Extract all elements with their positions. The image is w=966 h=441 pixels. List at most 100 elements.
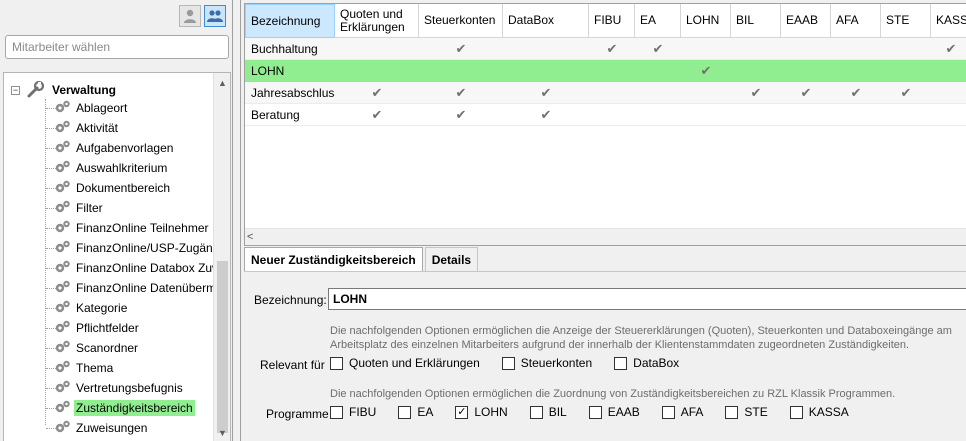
programme-option[interactable]: STE — [725, 405, 768, 419]
wrench-icon — [27, 81, 45, 98]
column-header[interactable]: DataBox — [503, 4, 589, 38]
table-row[interactable]: Buchhaltung ✔ ✔ ✔ ✔ — [245, 38, 966, 60]
bezeichnung-input[interactable]: LOHN — [328, 288, 966, 310]
programme-options: FIBU EA ✓ LOHN BIL EAAB AFA STE KASSA — [330, 405, 871, 419]
programme-option[interactable]: KASSA — [789, 405, 849, 419]
scroll-down-arrow-icon[interactable]: ▼ — [214, 425, 230, 441]
relevant-info-text: Die nachfolgenden Optionen ermöglichen d… — [330, 325, 952, 351]
grid-cell — [335, 38, 419, 60]
tree-node-label: Verwaltung — [52, 83, 117, 97]
checkmark-icon: ✔ — [540, 84, 552, 100]
programme-checkbox[interactable]: ✓ — [455, 405, 469, 419]
grid-cell: ✔ — [419, 82, 503, 104]
grid-cell — [931, 104, 966, 126]
programme-option[interactable]: BIL — [529, 405, 567, 419]
tree-node-label: FinanzOnline Datenübermitt — [76, 281, 226, 295]
tree-node[interactable]: FinanzOnline Databox Zuwe — [54, 259, 229, 277]
relevant-checkbox[interactable] — [501, 356, 515, 370]
grid-cell — [681, 82, 731, 104]
grid-cell — [781, 60, 831, 82]
bezeichnung-label: Bezeichnung: — [254, 293, 327, 307]
column-header[interactable]: Bezeichnung — [245, 4, 335, 38]
programme-checkbox[interactable] — [725, 405, 739, 419]
programme-option[interactable]: AFA — [661, 405, 703, 419]
programme-option[interactable]: FIBU — [330, 405, 376, 419]
tree-node-label: Zuständigkeitsbereich — [74, 400, 195, 416]
gears-icon — [54, 319, 72, 338]
tree-node-label: Pflichtfelder — [76, 321, 139, 335]
column-header[interactable]: EAAB — [781, 4, 831, 38]
gears-icon — [54, 119, 72, 138]
tree-node[interactable]: Thema — [54, 359, 115, 377]
tree-node-verwaltung[interactable]: Verwaltung — [26, 81, 118, 99]
programme-option[interactable]: EAAB — [588, 405, 640, 419]
column-header[interactable]: KASSA — [931, 4, 966, 38]
tree-node[interactable]: Scanordner — [54, 339, 140, 357]
single-user-view-button[interactable] — [179, 5, 201, 27]
grid-cell: ✔ — [731, 82, 781, 104]
tree-node[interactable]: Aktivität — [54, 119, 120, 137]
programme-checkbox[interactable] — [398, 405, 412, 419]
tree-node-label: Vertretungsbefugnis — [76, 381, 183, 395]
scroll-left-arrow-icon[interactable]: < — [247, 229, 253, 245]
programme-option[interactable]: ✓ LOHN — [455, 405, 508, 419]
relevant-checkbox[interactable] — [614, 356, 628, 370]
table-row[interactable]: LOHN ✔ — [245, 60, 966, 82]
tree-node[interactable]: Aufgabenvorlagen — [54, 139, 175, 157]
tree-node[interactable]: Zuweisungen — [54, 419, 149, 437]
column-header[interactable]: FIBU — [589, 4, 635, 38]
checkmark-icon: ✔ — [540, 106, 552, 122]
grid-cell: ✔ — [781, 82, 831, 104]
column-header[interactable]: Steuerkonten — [419, 4, 503, 38]
tree-node[interactable]: Filter — [54, 199, 105, 217]
tree-node-label: Aktivität — [76, 121, 119, 135]
tree-node[interactable]: Zuständigkeitsbereich — [54, 399, 195, 417]
scroll-up-arrow-icon[interactable]: ▲ — [214, 75, 230, 92]
tree-node[interactable]: Pflichtfelder — [54, 319, 141, 337]
relevant-option[interactable]: Quoten und Erklärungen — [330, 356, 480, 370]
tree-node[interactable]: Ablageort — [54, 99, 129, 117]
programme-checkbox[interactable] — [789, 405, 803, 419]
column-header[interactable]: BIL — [731, 4, 781, 38]
programme-checkbox[interactable] — [529, 405, 543, 419]
grid-header: Bezeichnung Quoten und Erklärungen Steuerk… — [245, 4, 966, 38]
column-header[interactable]: LOHN — [681, 4, 731, 38]
tree-node[interactable]: Vertretungsbefugnis — [54, 379, 185, 397]
tree-node-label: Ablageort — [76, 101, 128, 115]
tree-scrollbar[interactable]: ▲ ▼ — [213, 73, 230, 441]
column-header[interactable]: STE — [881, 4, 931, 38]
tree-node[interactable]: FinanzOnline Teilnehmer — [54, 219, 211, 237]
tree-node[interactable]: FinanzOnline Datenübermitt — [54, 279, 227, 297]
programme-option[interactable]: EA — [398, 405, 433, 419]
checkmark-icon: ✔ — [455, 40, 467, 56]
grid-cell — [681, 38, 731, 60]
employee-search-input[interactable] — [5, 35, 229, 59]
relevant-checkbox[interactable] — [330, 356, 343, 370]
tree-scroll-thumb[interactable] — [217, 261, 228, 433]
left-panel: − Verwaltung Ablageort Aktivität Aufgabenv… — [0, 0, 233, 441]
column-header[interactable]: AFA — [831, 4, 881, 38]
tree-node[interactable]: FinanzOnline/USP-Zugänge — [54, 239, 228, 257]
programme-label: Programme — [266, 407, 329, 421]
grid-cell — [681, 104, 731, 126]
table-row[interactable]: Beratung ✔ ✔ ✔ — [245, 104, 966, 126]
column-header[interactable]: Quoten und Erklärungen — [335, 4, 419, 38]
programme-checkbox[interactable] — [588, 405, 602, 419]
tree-node[interactable]: Auswahlkriterium — [54, 159, 169, 177]
programme-label: FIBU — [349, 405, 377, 419]
programme-checkbox[interactable] — [661, 405, 675, 419]
tree-collapse-toggle[interactable]: − — [11, 86, 20, 95]
grid-cell: ✔ — [589, 38, 635, 60]
relevant-option[interactable]: DataBox — [614, 356, 679, 370]
tree-node[interactable]: Kategorie — [54, 299, 129, 317]
tab-details[interactable]: Details — [424, 247, 479, 271]
tree-node[interactable]: Dokumentbereich — [54, 179, 172, 197]
table-row[interactable]: Jahresabschluss ✔ ✔ ✔ ✔ ✔ ✔ ✔ — [245, 82, 966, 104]
grid-horizontal-scrollbar[interactable]: < — [245, 228, 966, 245]
column-header[interactable]: EA — [635, 4, 681, 38]
group-view-button[interactable] — [204, 5, 226, 27]
programme-checkbox[interactable] — [330, 405, 343, 419]
tab-new-responsibility[interactable]: Neuer Zuständigkeitsbereich — [244, 247, 423, 271]
programme-label: STE — [744, 405, 768, 419]
relevant-option[interactable]: Steuerkonten — [501, 356, 592, 370]
